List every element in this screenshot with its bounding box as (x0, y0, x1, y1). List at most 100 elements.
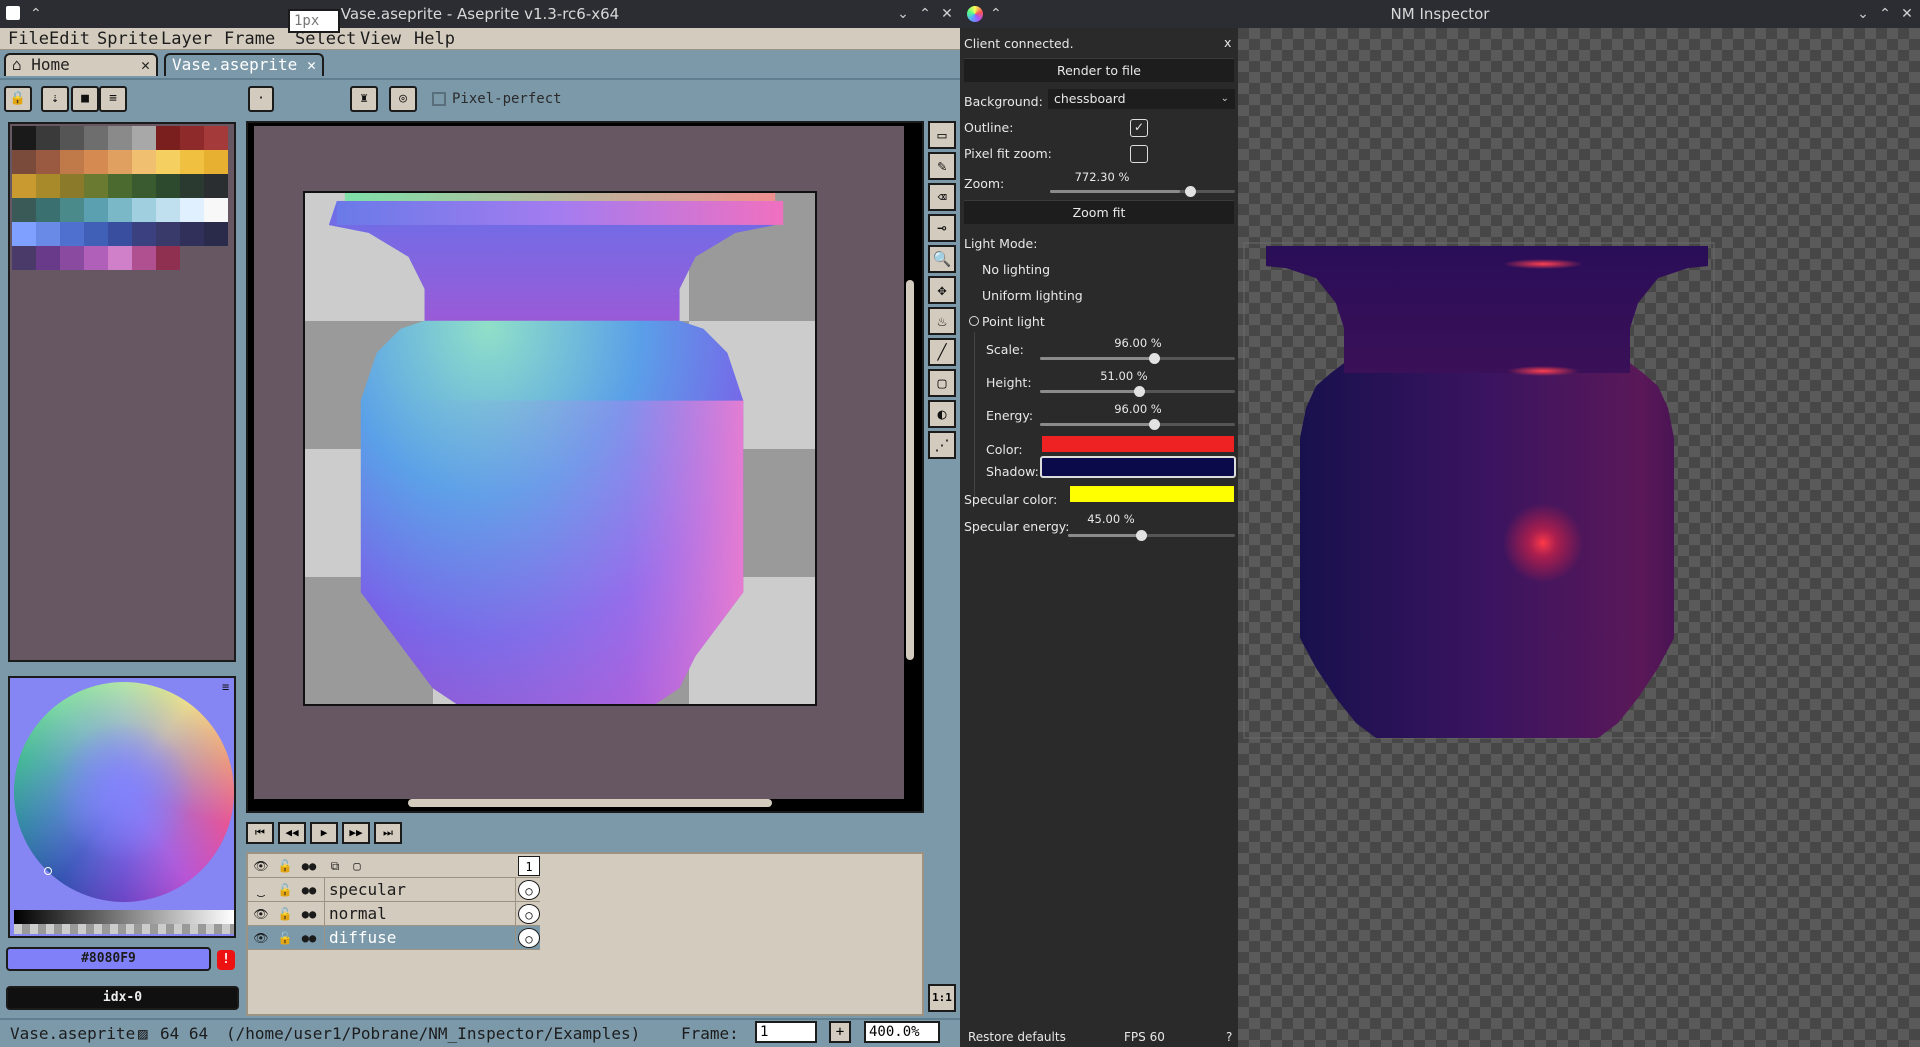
eyedropper-tool-icon[interactable]: ⊸ (928, 214, 956, 242)
point-light-radio[interactable] (969, 316, 979, 326)
play-icon[interactable]: ▶ (310, 822, 338, 844)
spray-tool-icon[interactable]: ⋰ (928, 431, 956, 459)
palette-swatch[interactable] (180, 174, 204, 198)
palette-swatch[interactable] (84, 198, 108, 222)
tab-home[interactable]: ⌂ Home ✕ (4, 53, 158, 76)
palette-swatch[interactable] (108, 150, 132, 174)
nm-preview-viewport[interactable]: 💡 (1238, 28, 1920, 1047)
palette-swatch[interactable] (12, 246, 36, 270)
brightness-bar[interactable] (14, 910, 234, 924)
layer-link-icon[interactable]: ●● (298, 880, 320, 900)
palette-swatch[interactable] (156, 174, 180, 198)
move-tool-icon[interactable]: ✥ (928, 276, 956, 304)
lock-header-icon[interactable]: 🔓 (274, 856, 296, 876)
palette-swatch[interactable] (108, 174, 132, 198)
frame-header[interactable]: 1 (518, 856, 540, 876)
line-tool-icon[interactable]: ╱ (928, 338, 956, 366)
warning-icon[interactable]: ! (217, 950, 235, 970)
minimize-icon[interactable]: ⌄ (892, 0, 914, 28)
palette-swatch[interactable] (36, 246, 60, 270)
palette-swatch[interactable] (180, 222, 204, 246)
menu-file[interactable]: File (8, 28, 49, 50)
palette-swatch[interactable] (204, 174, 228, 198)
layer-lock-icon[interactable]: 🔓 (274, 928, 296, 948)
layer-name[interactable]: diffuse (324, 926, 516, 950)
light-color-swatch[interactable] (1042, 436, 1234, 452)
add-frame-button[interactable]: + (829, 1021, 851, 1043)
palette-swatch[interactable] (12, 150, 36, 174)
nm-keep-above-icon[interactable]: ⌃ (990, 0, 1002, 28)
dismiss-status-icon[interactable]: x (1224, 35, 1231, 50)
palette-swatch[interactable] (60, 198, 84, 222)
maximize-icon[interactable]: ⌃ (914, 0, 936, 28)
first-frame-icon[interactable]: ⏮ (246, 822, 274, 844)
layer-visibility-icon[interactable]: 👁 (250, 928, 272, 948)
palette-swatch[interactable] (60, 150, 84, 174)
palette-swatch[interactable] (204, 222, 228, 246)
menu-frame[interactable]: Frame (224, 28, 275, 50)
palette-swatch[interactable] (156, 150, 180, 174)
zoom-slider[interactable] (1050, 186, 1235, 197)
palette-options-icon[interactable]: ≡ (99, 86, 127, 112)
last-frame-icon[interactable]: ⏭ (374, 822, 402, 844)
wheel-picker-icon[interactable] (44, 867, 52, 875)
palette-swatch[interactable] (132, 126, 156, 150)
palette-swatch[interactable] (132, 174, 156, 198)
pixel-fit-zoom-checkbox[interactable] (1130, 145, 1148, 163)
palette-swatch[interactable] (60, 126, 84, 150)
palette-swatch[interactable] (12, 174, 36, 198)
palette-swatch[interactable] (12, 126, 36, 150)
light-mode-none[interactable]: No lighting (982, 262, 1050, 277)
contour-tool-icon[interactable]: ◐ (928, 400, 956, 428)
brush-size-input[interactable]: 1px (288, 9, 340, 33)
palette-swatch[interactable] (132, 246, 156, 270)
palette-swatch[interactable] (12, 222, 36, 246)
layer-visibility-icon[interactable]: ‿ (250, 880, 272, 900)
zoom-fit-button[interactable]: Zoom fit (964, 200, 1234, 224)
palette-presets-icon[interactable]: ■ (71, 86, 99, 112)
menu-sprite[interactable]: Sprite (97, 28, 158, 50)
menu-help[interactable]: Help (414, 28, 455, 50)
palette-swatch[interactable] (108, 198, 132, 222)
lock-palette-icon[interactable]: 🔒 (4, 86, 32, 112)
scale-slider[interactable] (1040, 353, 1235, 364)
specular-color-swatch[interactable] (1070, 486, 1234, 502)
sort-palette-icon[interactable]: ⇣ (41, 86, 69, 112)
palette-swatch[interactable] (180, 126, 204, 150)
specular-energy-slider[interactable] (1068, 530, 1235, 541)
link-header-icon[interactable]: ●● (298, 856, 320, 876)
pencil-tool-icon[interactable]: ✎ (928, 152, 956, 180)
palette-swatch[interactable] (36, 150, 60, 174)
shadow-color-swatch[interactable] (1040, 456, 1236, 478)
help-button[interactable]: ? (1226, 1030, 1232, 1044)
background-select[interactable]: chessboard ⌄ (1048, 89, 1235, 109)
fill-tool-icon[interactable]: ♨ (928, 307, 956, 335)
palette-swatch[interactable] (132, 222, 156, 246)
palette-swatch[interactable] (60, 222, 84, 246)
palette-swatch[interactable] (108, 222, 132, 246)
layer-lock-icon[interactable]: 🔓 (274, 904, 296, 924)
palette-swatch[interactable] (84, 222, 108, 246)
palette-swatch[interactable] (84, 246, 108, 270)
outline-checkbox[interactable]: ✓ (1130, 119, 1148, 137)
nm-minimize-icon[interactable]: ⌄ (1852, 0, 1874, 28)
restore-defaults-button[interactable]: Restore defaults (968, 1030, 1066, 1044)
eraser-tool-icon[interactable]: ⌫ (928, 183, 956, 211)
palette-swatch[interactable] (180, 198, 204, 222)
palette-swatch[interactable] (36, 126, 60, 150)
horizontal-scrollbar[interactable] (408, 799, 772, 807)
visibility-header-icon[interactable]: 👁 (250, 856, 272, 876)
rectangle-tool-icon[interactable]: ▢ (928, 369, 956, 397)
palette-swatch[interactable] (84, 150, 108, 174)
palette-swatch[interactable] (108, 246, 132, 270)
palette-swatch[interactable] (204, 150, 228, 174)
palette-swatch[interactable] (60, 246, 84, 270)
palette-swatch[interactable] (12, 198, 36, 222)
palette-swatch[interactable] (84, 174, 108, 198)
palette-swatch[interactable] (156, 246, 180, 270)
layer-name[interactable]: normal (324, 902, 516, 926)
foreground-color-button[interactable]: #8080F9 (6, 947, 211, 971)
palette-swatch[interactable] (204, 198, 228, 222)
palette-swatch[interactable] (204, 126, 228, 150)
height-slider[interactable] (1040, 386, 1235, 397)
